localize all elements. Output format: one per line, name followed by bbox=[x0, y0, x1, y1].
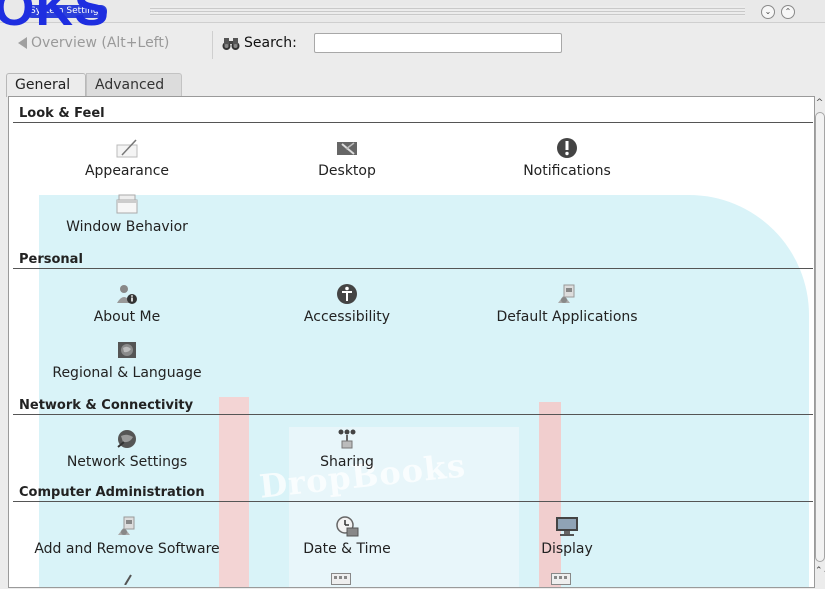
keyboard-icon[interactable] bbox=[551, 573, 571, 585]
module-label: Desktop bbox=[318, 163, 376, 179]
module-window-behavior[interactable]: Window Behavior bbox=[17, 193, 237, 235]
tab-general[interactable]: General bbox=[6, 73, 86, 97]
regional-language-icon bbox=[114, 339, 140, 361]
date-time-icon bbox=[334, 515, 360, 537]
desktop-icon bbox=[334, 137, 360, 159]
module-sharing[interactable]: Sharing bbox=[237, 428, 457, 470]
section-header-computer-admin: Computer Administration bbox=[13, 485, 813, 502]
about-me-icon bbox=[114, 283, 140, 305]
maximize-button[interactable]: ⌃ bbox=[781, 5, 795, 19]
scroll-up-arrow-icon[interactable]: ^ bbox=[815, 98, 824, 110]
module-label: Display bbox=[541, 541, 593, 557]
section-header-personal: Personal bbox=[13, 252, 813, 269]
scrollbar-thumb[interactable] bbox=[815, 112, 825, 562]
binoculars-icon bbox=[222, 38, 240, 50]
network-settings-icon bbox=[114, 428, 140, 450]
search-label: Search: bbox=[244, 35, 297, 51]
module-regional-language[interactable]: Regional & Language bbox=[17, 339, 237, 381]
appearance-icon bbox=[114, 137, 140, 159]
module-label: Window Behavior bbox=[66, 219, 188, 235]
module-accessibility[interactable]: Accessibility bbox=[237, 283, 457, 325]
window-behavior-icon bbox=[114, 193, 140, 215]
back-arrow-icon bbox=[18, 37, 27, 49]
module-desktop[interactable]: Desktop bbox=[237, 137, 457, 179]
title-bar: System Settings ⌄ ⌃ bbox=[0, 0, 825, 23]
scroll-down-arrow-icon[interactable]: ⌃⌄ bbox=[815, 566, 825, 578]
module-network-settings[interactable]: Network Settings bbox=[17, 428, 237, 470]
module-label: Add and Remove Software bbox=[34, 541, 220, 557]
module-notifications[interactable]: Notifications bbox=[457, 137, 677, 179]
module-date-time[interactable]: Date & Time bbox=[237, 515, 457, 557]
module-default-applications[interactable]: Default Applications bbox=[457, 283, 677, 325]
notifications-icon bbox=[554, 137, 580, 159]
default-applications-icon bbox=[554, 283, 580, 305]
accessibility-icon bbox=[334, 283, 360, 305]
keyboard-icon[interactable] bbox=[331, 573, 351, 585]
pen-icon[interactable] bbox=[121, 571, 137, 586]
module-appearance[interactable]: Appearance bbox=[17, 137, 237, 179]
toolbar: Overview (Alt+Left) Search: bbox=[0, 23, 825, 67]
module-label: Notifications bbox=[523, 163, 611, 179]
section-header-look-feel: Look & Feel bbox=[13, 106, 813, 123]
module-display[interactable]: Display bbox=[457, 515, 677, 557]
tab-advanced[interactable]: Advanced bbox=[86, 73, 182, 97]
search-input[interactable] bbox=[314, 33, 562, 53]
overview-back-label: Overview (Alt+Left) bbox=[31, 35, 170, 51]
module-label: Default Applications bbox=[496, 309, 638, 325]
title-bar-grip[interactable] bbox=[150, 6, 745, 16]
display-icon bbox=[554, 515, 580, 537]
modules-panel: DropBooks Look & Feel Appearance Desktop… bbox=[8, 96, 815, 588]
module-label: Sharing bbox=[320, 454, 374, 470]
module-label: About Me bbox=[93, 309, 161, 325]
module-label: Date & Time bbox=[303, 541, 391, 557]
sharing-icon bbox=[334, 428, 360, 450]
module-label: Appearance bbox=[84, 163, 170, 179]
toolbar-separator bbox=[212, 31, 213, 59]
add-remove-software-icon bbox=[114, 515, 140, 537]
module-label: Network Settings bbox=[66, 454, 188, 470]
module-label: Accessibility bbox=[303, 309, 391, 325]
vertical-scrollbar[interactable]: ^ ⌃⌄ bbox=[814, 96, 825, 586]
section-header-network: Network & Connectivity bbox=[13, 398, 813, 415]
module-about-me[interactable]: About Me bbox=[17, 283, 237, 325]
module-add-remove-software[interactable]: Add and Remove Software bbox=[17, 515, 237, 557]
overview-back-button[interactable]: Overview (Alt+Left) bbox=[18, 35, 169, 51]
minimize-button[interactable]: ⌄ bbox=[761, 5, 775, 19]
module-label: Regional & Language bbox=[52, 365, 202, 381]
